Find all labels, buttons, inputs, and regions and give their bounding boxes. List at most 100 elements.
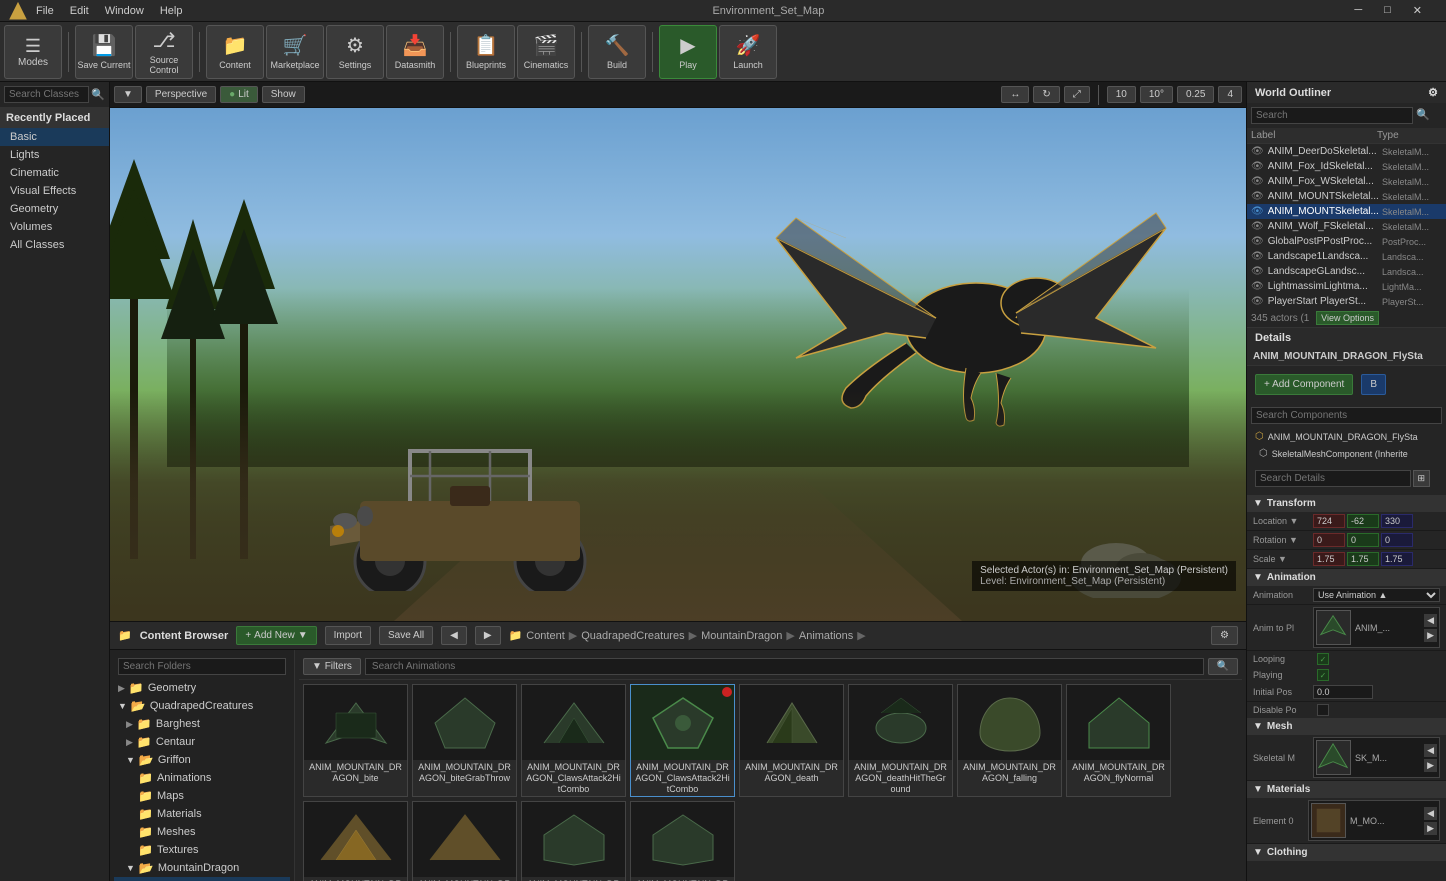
asset-item[interactable]: ANIM_MOUNTAIN_DRAGON_death <box>739 684 844 797</box>
viewport[interactable]: Selected Actor(s) in: Environment_Set_Ma… <box>110 108 1246 621</box>
blueprint-button[interactable]: B <box>1361 374 1386 395</box>
left-volumes[interactable]: Volumes <box>0 218 109 236</box>
path-mountain-dragon[interactable]: MountainDragon <box>701 630 782 642</box>
playing-checkbox[interactable]: ✓ <box>1317 669 1329 681</box>
rotation-z-input[interactable] <box>1381 533 1413 547</box>
asset-item[interactable]: ANIM_MOUNTAIN_DRAGON_deathHitTheGround <box>848 684 953 797</box>
outliner-search-input[interactable] <box>1251 107 1413 124</box>
left-lights[interactable]: Lights <box>0 146 109 164</box>
left-basic[interactable]: Basic <box>0 128 109 146</box>
folder-centaur[interactable]: ▶ 📁 Centaur <box>114 733 290 751</box>
outliner-options-icon[interactable]: ⚙ <box>1428 86 1438 99</box>
menu-edit[interactable]: Edit <box>70 5 89 17</box>
search-button[interactable]: 🔍 <box>1208 658 1238 675</box>
folder-griffon-maps[interactable]: 📁 Maps <box>114 787 290 805</box>
details-grid-view-btn[interactable]: ⊞ <box>1413 470 1431 487</box>
view-options-button[interactable]: View Options <box>1316 311 1379 325</box>
folder-griffon-textures[interactable]: 📁 Textures <box>114 841 290 859</box>
looping-checkbox[interactable]: ✓ <box>1317 653 1329 665</box>
asset-item[interactable]: ANIM_MOUNTAIN_DRAGON_flyNormal <box>1066 684 1171 797</box>
folder-mountaindragon[interactable]: ▼ 📂 MountainDragon <box>114 859 290 877</box>
asset-item[interactable]: ANIM_MOUNTAIN_DRAGON_flyNormalToFall <box>412 801 517 881</box>
marketplace-button[interactable]: 🛒 Marketplace <box>266 25 324 79</box>
build-button[interactable]: 🔨 Build <box>588 25 646 79</box>
rotation-x-input[interactable] <box>1313 533 1345 547</box>
cb-settings-button[interactable]: ⚙ <box>1211 626 1238 645</box>
window-controls[interactable]: ─ □ ✕ <box>1354 4 1438 17</box>
filters-button[interactable]: ▼ Filters <box>303 658 361 675</box>
left-cinematic[interactable]: Cinematic <box>0 164 109 182</box>
details-search-input[interactable] <box>1255 470 1411 487</box>
outliner-item[interactable]: 👁 ANIM_MOUNTSkeletal... SkeletalM... <box>1247 204 1446 219</box>
folder-quadraped[interactable]: ▼ 📂 QuadrapedCreatures <box>114 697 290 715</box>
folder-griffon[interactable]: ▼ 📂 Griffon <box>114 751 290 769</box>
outliner-item[interactable]: 👁 GlobalPostPPostProc... PostProc... <box>1247 234 1446 249</box>
datasmith-button[interactable]: 📥 Datasmith <box>386 25 444 79</box>
folder-barghest[interactable]: ▶ 📁 Barghest <box>114 715 290 733</box>
location-z-input[interactable] <box>1381 514 1413 528</box>
folder-griffon-meshes[interactable]: 📁 Meshes <box>114 823 290 841</box>
show-btn[interactable]: Show <box>262 86 305 103</box>
outliner-item[interactable]: 👁 ANIM_Fox_IdSkeletal... SkeletalM... <box>1247 159 1446 174</box>
settings-button[interactable]: ⚙ Settings <box>326 25 384 79</box>
mesh-nav-next[interactable]: ▶ <box>1424 759 1437 772</box>
folder-animations[interactable]: 📂 Animations <box>114 877 290 881</box>
left-all-classes[interactable]: All Classes <box>0 236 109 254</box>
import-button[interactable]: Import <box>325 626 371 645</box>
transform-rotate-btn[interactable]: ↻ <box>1033 86 1059 103</box>
asset-search-input[interactable] <box>365 658 1204 675</box>
folder-griffon-animations[interactable]: 📁 Animations <box>114 769 290 787</box>
angle-snap-btn[interactable]: 10° <box>1140 86 1173 103</box>
search-classes-input[interactable] <box>4 86 89 103</box>
clothing-section[interactable]: ▼ Clothing <box>1247 844 1446 861</box>
transform-scale-btn[interactable]: ⤢ <box>1064 86 1090 103</box>
folder-search-input[interactable] <box>118 658 286 675</box>
close-btn[interactable]: ✕ <box>1413 4 1422 17</box>
components-search-input[interactable] <box>1251 407 1442 424</box>
outliner-item[interactable]: 👁 ANIM_Wolf_FSkeletal... SkeletalM... <box>1247 219 1446 234</box>
launch-button[interactable]: 🚀 Launch <box>719 25 777 79</box>
cinematics-button[interactable]: 🎬 Cinematics <box>517 25 575 79</box>
material-nav-prev[interactable]: ◀ <box>1424 807 1437 820</box>
menu-window[interactable]: Window <box>105 5 144 17</box>
asset-item[interactable]: ANIM_MOUNTAIN_DRAGON_bite <box>303 684 408 797</box>
asset-item[interactable]: ANIM_MOUNTAIN_DRAGON_ClawsAttack2HitComb… <box>630 684 735 797</box>
location-x-input[interactable] <box>1313 514 1345 528</box>
folder-geometry[interactable]: ▶ 📁 Geometry <box>114 679 290 697</box>
recently-placed-header[interactable]: Recently Placed <box>0 108 109 128</box>
component-skeletal[interactable]: ⬡ SkeletalMeshComponent (Inherite <box>1247 445 1446 462</box>
mesh-section[interactable]: ▼ Mesh <box>1247 718 1446 735</box>
outliner-item[interactable]: 👁 Landscape1Landsca... Landsca... <box>1247 249 1446 264</box>
outliner-item[interactable]: 👁 ANIM_DeerDoSkeletal... SkeletalM... <box>1247 144 1446 159</box>
lit-btn[interactable]: ● Lit <box>220 86 258 103</box>
anim-nav-next[interactable]: ▶ <box>1424 629 1437 642</box>
nav-back-button[interactable]: ◀ <box>441 626 467 645</box>
anim-nav-prev[interactable]: ◀ <box>1424 614 1437 627</box>
location-y-input[interactable] <box>1347 514 1379 528</box>
outliner-item[interactable]: 👁 ANIM_MOUNTSkeletal... SkeletalM... <box>1247 189 1446 204</box>
left-geometry[interactable]: Geometry <box>0 200 109 218</box>
viewport-options-btn[interactable]: ▼ <box>114 86 142 103</box>
perspective-btn[interactable]: Perspective <box>146 86 216 103</box>
minimize-btn[interactable]: ─ <box>1354 4 1362 17</box>
asset-item[interactable]: ANIM_MOUNTAIN_DRAGON_FlyStationaryFall <box>521 801 626 881</box>
menu-file[interactable]: File <box>36 5 54 17</box>
outliner-item[interactable]: 👁 LightmassimLightma... LightMa... <box>1247 279 1446 294</box>
modes-button[interactable]: ☰ Modes <box>4 25 62 79</box>
asset-item[interactable]: ANIM_MOUNTAIN_DRAGON_ClawsAttack2HitComb… <box>521 684 626 797</box>
scale-x-input[interactable] <box>1313 552 1345 566</box>
save-current-button[interactable]: 💾 Save Current <box>75 25 133 79</box>
add-new-button[interactable]: + Add New ▼ <box>236 626 316 645</box>
maximize-btn[interactable]: □ <box>1384 4 1391 17</box>
scale-y-input[interactable] <box>1347 552 1379 566</box>
left-visual-effects[interactable]: Visual Effects <box>0 182 109 200</box>
path-content[interactable]: Content <box>526 630 565 642</box>
asset-item[interactable]: ANIM_MOUNTAIN_DRAGON_FlyStationaryFireFa… <box>630 801 735 881</box>
blueprints-button[interactable]: 📋 Blueprints <box>457 25 515 79</box>
scale-snap-btn[interactable]: 0.25 <box>1177 86 1214 103</box>
outliner-item[interactable]: 👁 PlayerStart PlayerSt... PlayerSt... <box>1247 294 1446 309</box>
disable-pos-checkbox[interactable]: ✓ <box>1317 704 1329 716</box>
component-root[interactable]: ⬡ ANIM_MOUNTAIN_DRAGON_FlyStа <box>1247 428 1446 445</box>
nav-forward-button[interactable]: ▶ <box>475 626 501 645</box>
material-nav-next[interactable]: ▶ <box>1424 822 1437 835</box>
